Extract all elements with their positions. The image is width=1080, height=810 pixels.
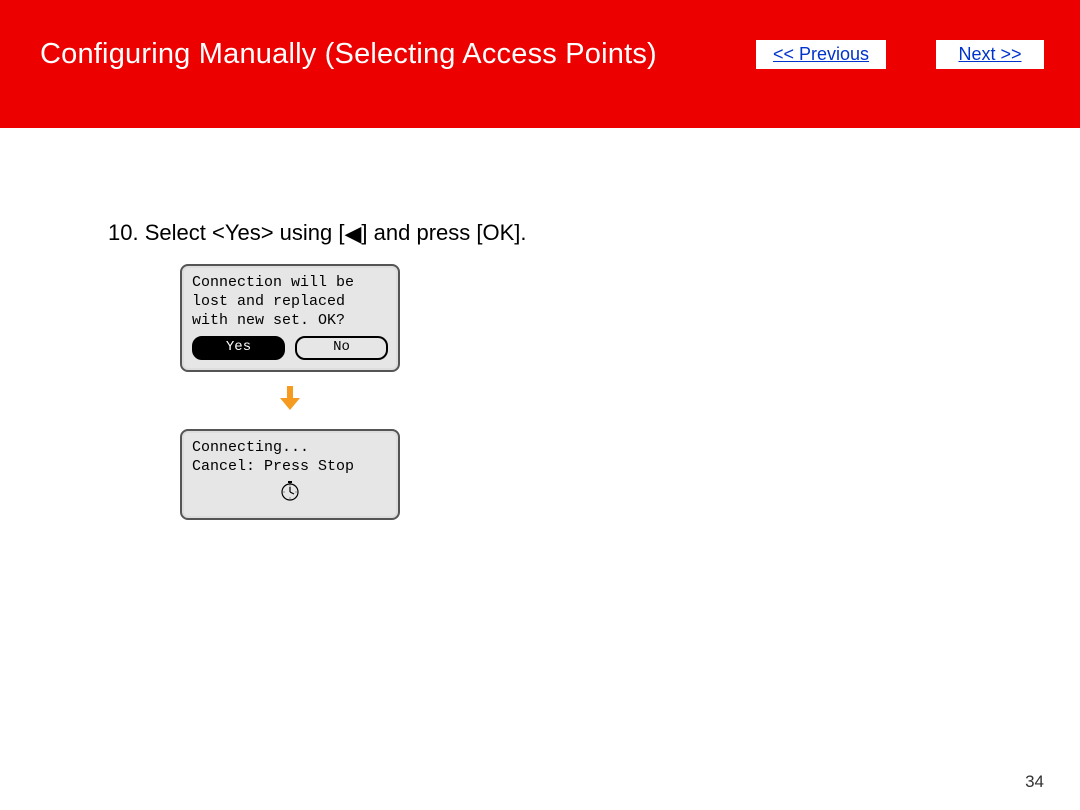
stopwatch-icon: [192, 480, 388, 508]
left-arrow-glyph: ◀: [345, 221, 362, 247]
step-instruction: 10. Select <Yes> using [◀] and press [OK…: [108, 220, 527, 246]
lcd1-line3: with new set. OK?: [192, 312, 388, 331]
page-number: 34: [1025, 772, 1044, 792]
step-text-after: ] and press [OK].: [361, 220, 526, 245]
lcd-yes-button: Yes: [192, 336, 285, 360]
page-title: Configuring Manually (Selecting Access P…: [40, 38, 657, 71]
lcd1-line2: lost and replaced: [192, 293, 388, 312]
lcd1-line1: Connection will be: [192, 274, 388, 293]
lcd-screen-connecting: Connecting... Cancel: Press Stop: [180, 429, 400, 521]
down-arrow-icon: [180, 372, 400, 429]
lcd2-line2: Cancel: Press Stop: [192, 458, 388, 477]
next-button[interactable]: Next >>: [936, 40, 1044, 69]
previous-button[interactable]: << Previous: [756, 40, 886, 69]
step-text-before: Select <Yes> using [: [145, 220, 345, 245]
lcd2-line1: Connecting...: [192, 439, 388, 458]
step-number: 10.: [108, 220, 139, 245]
lcd-screen-confirm: Connection will be lost and replaced wit…: [180, 264, 400, 372]
lcd-no-button: No: [295, 336, 388, 360]
